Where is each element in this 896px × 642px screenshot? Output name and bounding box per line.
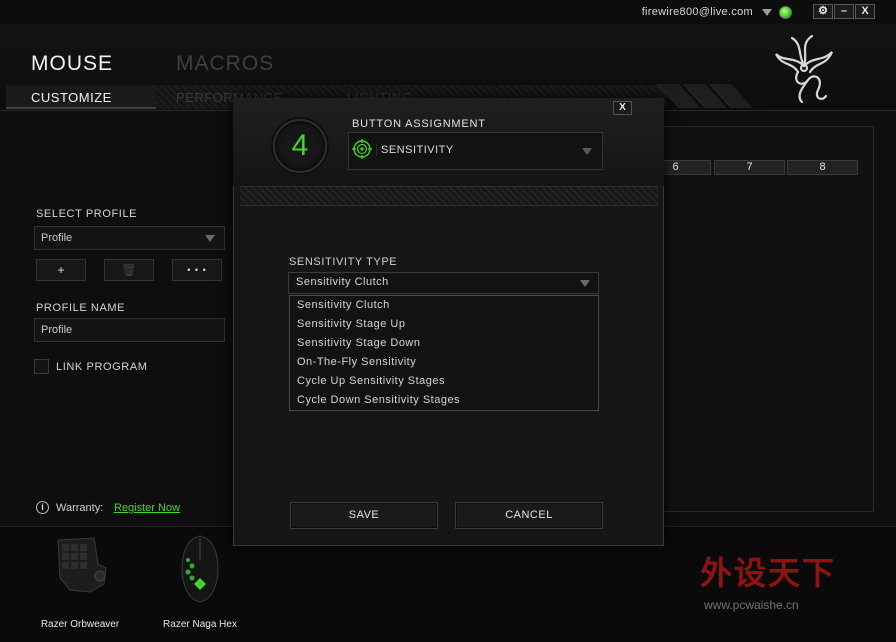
naga-hex-mouse-icon[interactable] xyxy=(176,534,224,604)
assignment-value: SENSITIVITY xyxy=(381,144,454,156)
sensitivity-type-dropdown: Sensitivity Clutch Sensitivity Stage Up … xyxy=(289,295,599,411)
dropdown-option[interactable]: Sensitivity Stage Down xyxy=(290,334,598,353)
dialog-close-button[interactable]: X xyxy=(613,101,632,115)
account-email[interactable]: firewire800@live.com xyxy=(0,0,753,24)
delete-profile-button[interactable]: 🗑 xyxy=(104,259,154,281)
profile-name-input[interactable]: Profile xyxy=(34,318,225,342)
cancel-button[interactable]: CANCEL xyxy=(455,502,603,529)
sensitivity-target-icon xyxy=(352,139,372,159)
info-icon: i xyxy=(36,501,49,514)
add-profile-button[interactable]: + xyxy=(36,259,86,281)
razer-logo-icon xyxy=(775,34,834,104)
chevron-down-icon xyxy=(582,148,592,155)
online-status-icon[interactable] xyxy=(779,6,792,19)
profile-select-value: Profile xyxy=(41,232,73,244)
profile-select[interactable]: Profile xyxy=(34,226,225,250)
chevron-down-icon xyxy=(580,280,590,287)
dropdown-option[interactable]: Cycle Down Sensitivity Stages xyxy=(290,391,598,410)
select-profile-label: SELECT PROFILE xyxy=(36,208,138,220)
grid-header-8: 8 xyxy=(787,160,858,175)
chevron-down-icon xyxy=(205,235,215,242)
account-dropdown-icon[interactable] xyxy=(762,9,772,16)
dropdown-option[interactable]: Cycle Up Sensitivity Stages xyxy=(290,372,598,391)
button-number: 4 xyxy=(291,129,309,162)
minimize-button[interactable]: – xyxy=(834,4,854,19)
settings-button[interactable]: ⚙ xyxy=(813,4,833,19)
select-separator xyxy=(376,144,379,156)
tab-customize[interactable]: CUSTOMIZE xyxy=(31,90,112,105)
watermark-logo: 外设天下 xyxy=(700,555,837,591)
close-window-button[interactable]: X xyxy=(855,4,875,19)
register-now-link[interactable]: Register Now xyxy=(114,502,180,514)
profile-name-label: PROFILE NAME xyxy=(36,302,126,314)
link-program-label: LINK PROGRAM xyxy=(56,361,148,373)
dialog-divider xyxy=(240,186,658,206)
orbweaver-keypad-icon[interactable] xyxy=(50,534,112,596)
dropdown-option[interactable]: On-The-Fly Sensitivity xyxy=(290,353,598,372)
sensitivity-type-value: Sensitivity Clutch xyxy=(296,276,389,288)
device-name-orbweaver[interactable]: Razer Orbweaver xyxy=(30,619,130,630)
button-grid-panel xyxy=(660,126,874,512)
grid-header-7: 7 xyxy=(714,160,785,175)
tab-mouse[interactable]: MOUSE xyxy=(31,52,113,76)
watermark-url: www.pcwaishe.cn xyxy=(704,598,799,612)
sensitivity-type-label: SENSITIVITY TYPE xyxy=(289,256,398,268)
tab-macros[interactable]: MACROS xyxy=(176,52,274,76)
more-options-button[interactable]: • • • xyxy=(172,259,222,281)
device-name-naga-hex[interactable]: Razer Naga Hex xyxy=(150,619,250,630)
dialog-title: BUTTON ASSIGNMENT xyxy=(352,118,486,130)
warranty-label: Warranty: xyxy=(56,502,104,514)
save-button[interactable]: SAVE xyxy=(290,502,438,529)
dropdown-option[interactable]: Sensitivity Clutch xyxy=(290,296,598,315)
link-program-checkbox[interactable] xyxy=(34,359,49,374)
dropdown-option[interactable]: Sensitivity Stage Up xyxy=(290,315,598,334)
